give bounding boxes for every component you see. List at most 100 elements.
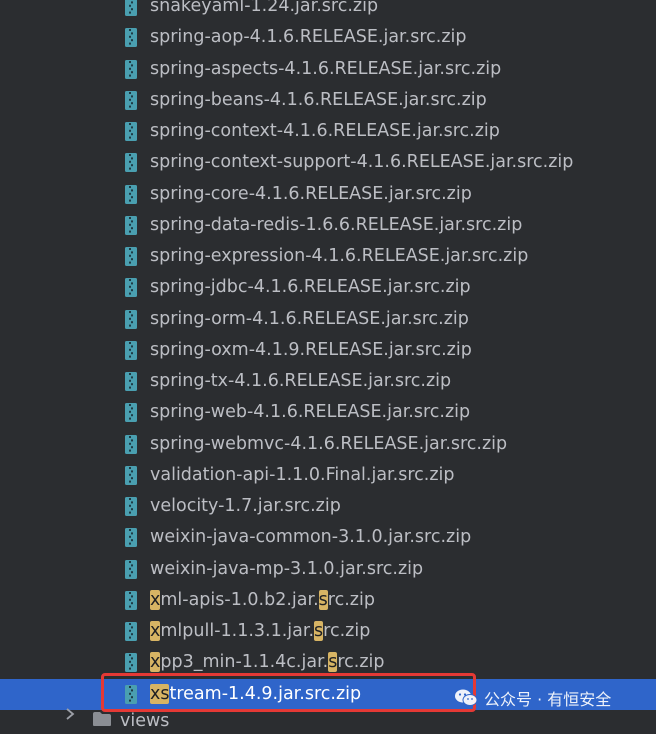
label-text-segment: spring-core-4.1.6.RELEASE.jar.src.zip bbox=[150, 183, 472, 204]
label-text-segment: spring-orm-4.1.6.RELEASE.jar.src.zip bbox=[150, 308, 469, 329]
project-file-tree: snakeyaml-1.24.jar.src.zip spring-aop-4.1… bbox=[0, 0, 656, 725]
tree-item-label: spring-context-support-4.1.6.RELEASE.jar… bbox=[150, 150, 573, 175]
tree-item-label: spring-context-4.1.6.RELEASE.jar.src.zip bbox=[150, 119, 500, 144]
zip-archive-icon bbox=[125, 340, 137, 360]
tree-item-label: spring-jdbc-4.1.6.RELEASE.jar.src.zip bbox=[150, 275, 471, 300]
zip-archive-icon bbox=[125, 434, 137, 454]
label-text-segment: spring-jdbc-4.1.6.RELEASE.jar.src.zip bbox=[150, 277, 471, 298]
tree-item-label: velocity-1.7.jar.src.zip bbox=[150, 494, 341, 519]
zip-archive-icon bbox=[125, 559, 137, 579]
tree-item[interactable]: spring-orm-4.1.6.RELEASE.jar.src.zip bbox=[0, 304, 656, 335]
search-match-highlight: s bbox=[318, 589, 328, 610]
zip-archive-icon bbox=[125, 0, 137, 16]
tree-item-label: spring-aop-4.1.6.RELEASE.jar.src.zip bbox=[150, 25, 466, 50]
tree-item[interactable]: spring-tx-4.1.6.RELEASE.jar.src.zip bbox=[0, 366, 656, 397]
tree-item[interactable]: xmlpull-1.1.3.1.jar.src.zip bbox=[0, 616, 656, 647]
zip-archive-icon bbox=[125, 28, 137, 48]
watermark-text: 公众号 · 有恒安全 bbox=[484, 690, 612, 709]
search-match-highlight: x bbox=[150, 652, 161, 673]
tree-item[interactable]: spring-jdbc-4.1.6.RELEASE.jar.src.zip bbox=[0, 272, 656, 303]
label-text-segment: spring-beans-4.1.6.RELEASE.jar.src.zip bbox=[150, 89, 487, 110]
tree-item[interactable]: velocity-1.7.jar.src.zip bbox=[0, 491, 656, 522]
tree-item-label: xml-apis-1.0.b2.jar.src.zip bbox=[150, 588, 375, 613]
label-text-segment: spring-data-redis-1.6.6.RELEASE.jar.src.… bbox=[150, 214, 523, 235]
tree-item[interactable]: spring-web-4.1.6.RELEASE.jar.src.zip bbox=[0, 397, 656, 428]
tree-item[interactable]: spring-expression-4.1.6.RELEASE.jar.src.… bbox=[0, 241, 656, 272]
tree-item[interactable]: weixin-java-common-3.1.0.jar.src.zip bbox=[0, 522, 656, 553]
tree-item[interactable]: spring-aspects-4.1.6.RELEASE.jar.src.zip bbox=[0, 54, 656, 85]
zip-archive-icon bbox=[125, 122, 137, 141]
tree-item-label: spring-web-4.1.6.RELEASE.jar.src.zip bbox=[150, 400, 470, 425]
chevron-right-icon[interactable] bbox=[64, 707, 76, 721]
label-text-segment: spring-context-support-4.1.6.RELEASE.jar… bbox=[150, 152, 574, 173]
label-text-segment: rc.zip bbox=[323, 621, 371, 641]
label-text-segment: rc.zip bbox=[327, 589, 375, 610]
zip-archive-icon bbox=[125, 215, 137, 235]
tree-item-label: snakeyaml-1.24.jar.src.zip bbox=[150, 0, 378, 19]
zip-archive-icon bbox=[125, 465, 137, 485]
label-text-segment: spring-oxm-4.1.9.RELEASE.jar.src.zip bbox=[150, 339, 472, 360]
tree-item-label: spring-orm-4.1.6.RELEASE.jar.src.zip bbox=[150, 307, 469, 332]
tree-item-label: spring-core-4.1.6.RELEASE.jar.src.zip bbox=[150, 182, 472, 207]
zip-archive-icon bbox=[125, 90, 137, 110]
search-match-highlight: s bbox=[314, 621, 324, 641]
zip-archive-icon bbox=[125, 153, 137, 173]
zip-archive-icon bbox=[125, 653, 137, 673]
zip-archive-icon bbox=[125, 59, 137, 79]
tree-item-label: xpp3_min-1.1.4c.jar.src.zip bbox=[150, 650, 385, 675]
tree-item-label: spring-webmvc-4.1.6.RELEASE.jar.src.zip bbox=[150, 432, 507, 457]
tree-item[interactable]: spring-webmvc-4.1.6.RELEASE.jar.src.zip bbox=[0, 429, 656, 460]
tree-item[interactable]: spring-aop-4.1.6.RELEASE.jar.src.zip bbox=[0, 22, 656, 53]
tree-item[interactable]: xml-apis-1.0.b2.jar.src.zip bbox=[0, 585, 656, 616]
watermark: 公众号 · 有恒安全 bbox=[454, 684, 611, 712]
tree-item[interactable]: spring-beans-4.1.6.RELEASE.jar.src.zip bbox=[0, 85, 656, 116]
label-text-segment: velocity-1.7.jar.src.zip bbox=[150, 496, 341, 516]
zip-archive-icon bbox=[125, 622, 137, 641]
tree-item[interactable]: validation-api-1.1.0.Final.jar.src.zip bbox=[0, 460, 656, 491]
tree-item-label: weixin-java-common-3.1.0.jar.src.zip bbox=[150, 525, 471, 550]
zip-archive-icon bbox=[125, 278, 137, 298]
label-text-segment: rc.zip bbox=[337, 652, 385, 673]
tree-folder-label: views bbox=[120, 711, 170, 731]
tree-item-label: spring-expression-4.1.6.RELEASE.jar.src.… bbox=[150, 244, 528, 269]
zip-archive-icon bbox=[125, 309, 137, 329]
tree-item[interactable]: weixin-java-mp-3.1.0.jar.src.zip bbox=[0, 554, 656, 585]
wechat-icon bbox=[455, 689, 478, 706]
tree-item-label: xmlpull-1.1.3.1.jar.src.zip bbox=[150, 619, 370, 644]
label-text-segment: spring-tx-4.1.6.RELEASE.jar.src.zip bbox=[150, 371, 452, 391]
tree-scrollbar[interactable] bbox=[650, 0, 656, 725]
label-text-segment: ml-apis-1.0.b2.jar. bbox=[160, 589, 319, 610]
zip-archive-icon bbox=[125, 528, 137, 548]
tree-item[interactable]: spring-context-support-4.1.6.RELEASE.jar… bbox=[0, 147, 656, 178]
tree-item[interactable]: spring-data-redis-1.6.6.RELEASE.jar.src.… bbox=[0, 210, 656, 241]
zip-archive-icon bbox=[125, 372, 137, 391]
tree-item[interactable]: spring-oxm-4.1.9.RELEASE.jar.src.zip bbox=[0, 335, 656, 366]
label-text-segment: mlpull-1.1.3.1.jar. bbox=[160, 621, 315, 641]
tree-item-label: spring-tx-4.1.6.RELEASE.jar.src.zip bbox=[150, 369, 451, 394]
search-match-highlight: s bbox=[328, 652, 338, 673]
tree-item-label: spring-data-redis-1.6.6.RELEASE.jar.src.… bbox=[150, 213, 522, 238]
search-match-highlight: x bbox=[150, 621, 161, 641]
search-match-highlight: x bbox=[150, 589, 161, 610]
label-text-segment: weixin-java-mp-3.1.0.jar.src.zip bbox=[150, 558, 424, 579]
zip-archive-icon bbox=[125, 184, 137, 204]
zip-archive-icon bbox=[125, 497, 137, 516]
tree-item-label: spring-aspects-4.1.6.RELEASE.jar.src.zip bbox=[150, 57, 501, 82]
label-text-segment: pp3_min-1.1.4c.jar. bbox=[160, 652, 329, 673]
label-text-segment: spring-context-4.1.6.RELEASE.jar.src.zip bbox=[150, 121, 500, 141]
tree-item-label: weixin-java-mp-3.1.0.jar.src.zip bbox=[150, 557, 423, 582]
tree-item[interactable]: spring-core-4.1.6.RELEASE.jar.src.zip bbox=[0, 179, 656, 210]
label-text-segment: spring-web-4.1.6.RELEASE.jar.src.zip bbox=[150, 402, 471, 423]
tree-item-label: spring-beans-4.1.6.RELEASE.jar.src.zip bbox=[150, 88, 487, 113]
label-text-segment: validation-api-1.1.0.Final.jar.src.zip bbox=[150, 464, 455, 485]
tree-item[interactable]: spring-context-4.1.6.RELEASE.jar.src.zip bbox=[0, 116, 656, 147]
label-text-segment: spring-aop-4.1.6.RELEASE.jar.src.zip bbox=[150, 27, 467, 48]
label-text-segment: spring-aspects-4.1.6.RELEASE.jar.src.zip bbox=[150, 58, 502, 79]
tree-item-label: validation-api-1.1.0.Final.jar.src.zip bbox=[150, 463, 454, 488]
tree-item-label: spring-oxm-4.1.9.RELEASE.jar.src.zip bbox=[150, 338, 472, 363]
zip-archive-icon bbox=[125, 590, 137, 610]
zip-archive-icon bbox=[125, 403, 137, 423]
zip-archive-icon bbox=[125, 247, 137, 266]
label-text-segment: spring-webmvc-4.1.6.RELEASE.jar.src.zip bbox=[150, 433, 508, 454]
tree-item[interactable]: snakeyaml-1.24.jar.src.zip bbox=[0, 0, 656, 22]
